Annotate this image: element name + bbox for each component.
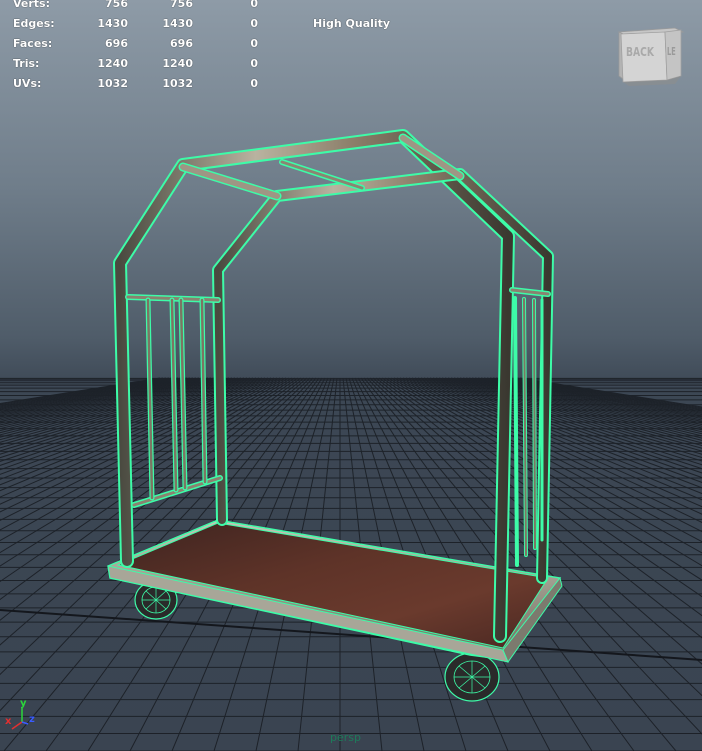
hud-quality-label: High Quality [313, 17, 391, 30]
hud-row-edges: Edges: 1430 1430 0 [0, 14, 270, 34]
hud-value: 1430 [162, 17, 193, 30]
viewcube-side-label[interactable]: LEFT [667, 45, 675, 58]
axis-y-label: y [20, 698, 27, 709]
hud-value: 1240 [97, 57, 128, 70]
axis-z-label: z [29, 714, 35, 725]
hud-value: 756 [170, 0, 193, 10]
hud-value: 696 [105, 37, 128, 50]
hud-value: 1430 [97, 17, 128, 30]
hud-value: 0 [250, 57, 258, 70]
hud-label: Faces: [13, 37, 53, 50]
hud-value: 0 [250, 77, 258, 90]
axis-x-label: x [5, 716, 12, 727]
hud-value: 1032 [97, 77, 128, 90]
wheel-front-right [444, 652, 500, 702]
hud-value: 0 [250, 0, 258, 10]
hud-label: Edges: [13, 17, 55, 30]
scene-render [0, 129, 702, 751]
axis-x-line [11, 721, 23, 730]
viewcube-face-label[interactable]: BACK [626, 45, 654, 59]
3d-viewport[interactable]: Verts: 756 756 0 Edges: 1430 1430 0 Face… [0, 0, 702, 751]
hud-value: 1240 [162, 57, 193, 70]
camera-name-label: persp [330, 731, 361, 744]
hud-value: 0 [250, 17, 258, 30]
hud-value: 1032 [162, 77, 193, 90]
bellhop-cart-model[interactable] [107, 129, 563, 702]
hud-value: 756 [105, 0, 128, 10]
hud-row-uvs: UVs: 1032 1032 0 [0, 74, 270, 94]
hud-label: UVs: [13, 77, 42, 90]
hud-row-faces: Faces: 696 696 0 [0, 34, 270, 54]
hud-label: Verts: [13, 0, 51, 10]
hud-row-verts: Verts: 756 756 0 [0, 0, 270, 14]
axis-z-line [21, 721, 29, 725]
hud-value: 0 [250, 37, 258, 50]
hud-label: Tris: [13, 57, 40, 70]
hud-row-tris: Tris: 1240 1240 0 [0, 54, 270, 74]
hud-poly-count: Verts: 756 756 0 Edges: 1430 1430 0 Face… [0, 0, 280, 94]
hud-value: 696 [170, 37, 193, 50]
